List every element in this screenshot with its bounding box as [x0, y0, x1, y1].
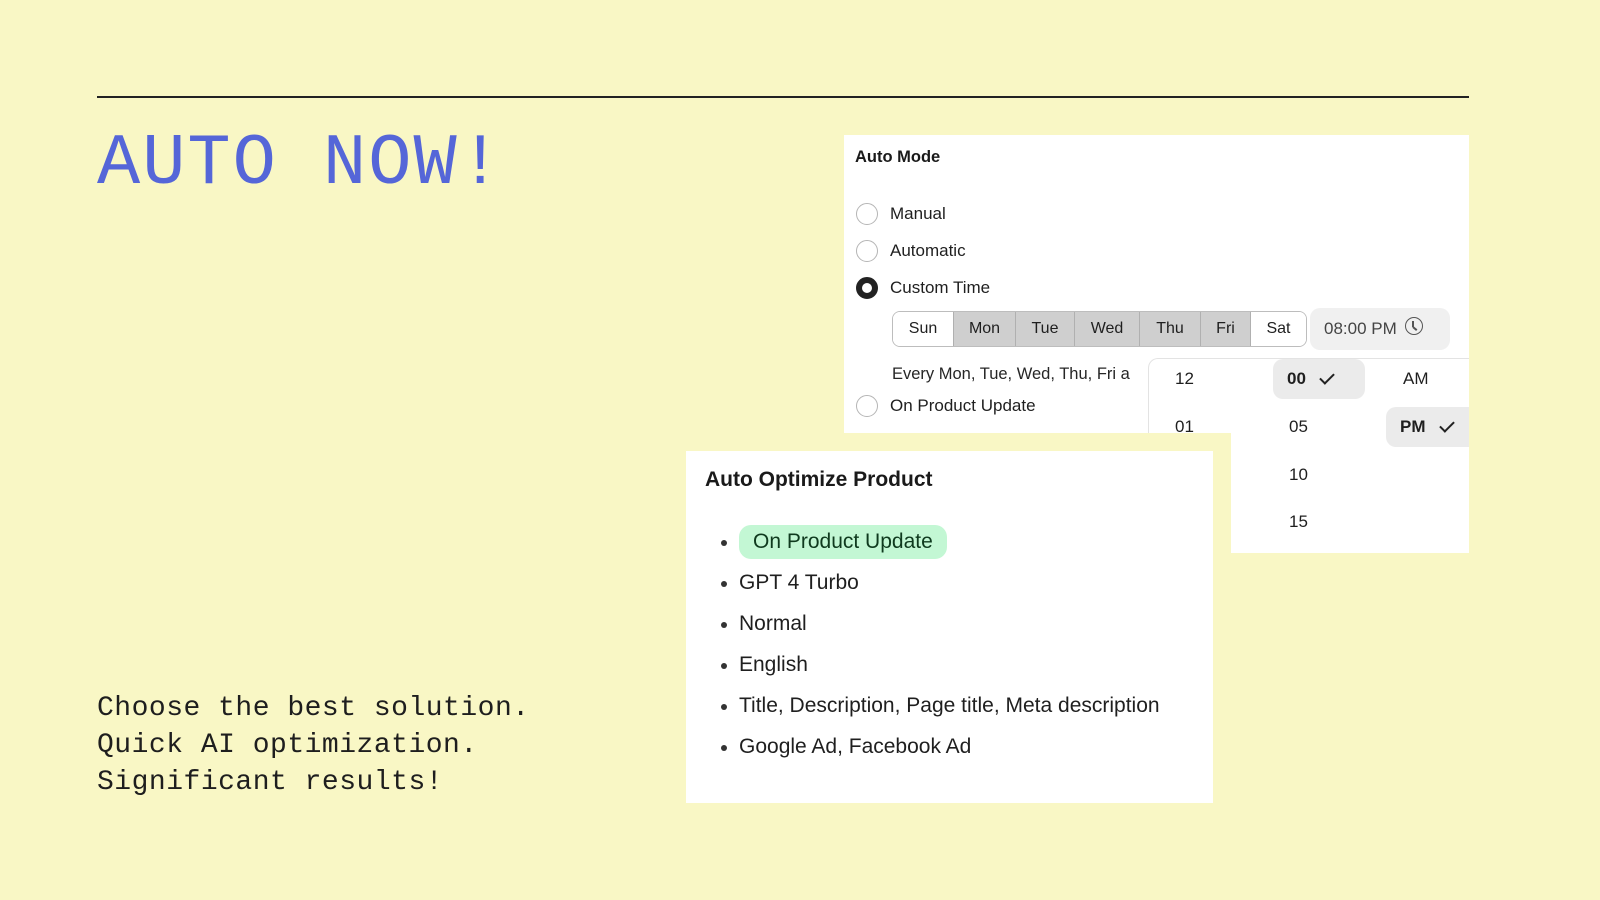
minute-option[interactable]: 05 — [1275, 407, 1322, 447]
radio-on-product-update[interactable]: On Product Update — [856, 395, 1036, 417]
period-label: AM — [1403, 369, 1429, 388]
period-option-selected[interactable]: PM — [1386, 407, 1469, 447]
period-option[interactable]: AM — [1389, 359, 1443, 399]
clock-icon — [1404, 317, 1423, 335]
list-item: On Product Update — [721, 525, 1181, 559]
list-item: GPT 4 Turbo — [721, 566, 1181, 600]
radio-custom-time[interactable]: Custom Time — [856, 277, 990, 299]
radio-label: Manual — [890, 204, 946, 223]
minute-label: 10 — [1289, 465, 1308, 484]
day-tue[interactable]: Tue — [1016, 312, 1075, 346]
hero-headline: AUTO NOW! — [97, 123, 504, 205]
radio-icon[interactable] — [856, 395, 878, 417]
list-item: Title, Description, Page title, Meta des… — [721, 689, 1181, 723]
radio-label: On Product Update — [890, 396, 1036, 415]
radio-manual[interactable]: Manual — [856, 203, 946, 225]
list-item: English — [721, 648, 1181, 682]
top-divider — [97, 96, 1469, 98]
day-sun[interactable]: Sun — [893, 312, 954, 346]
day-fri[interactable]: Fri — [1201, 312, 1251, 346]
radio-icon[interactable] — [856, 240, 878, 262]
tagline-line: Quick AI optimization. — [97, 730, 478, 761]
day-wed[interactable]: Wed — [1075, 312, 1140, 346]
minute-option-selected[interactable]: 00 — [1273, 359, 1365, 399]
auto-optimize-title: Auto Optimize Product — [705, 468, 933, 491]
list-item: Google Ad, Facebook Ad — [721, 730, 1181, 764]
list-item: Normal — [721, 607, 1181, 641]
hero-tagline: Choose the best solution. Quick AI optim… — [97, 690, 530, 801]
period-label: PM — [1400, 417, 1426, 436]
settings-list: On Product Update GPT 4 Turbo Normal Eng… — [721, 525, 1181, 771]
check-icon — [1438, 417, 1455, 433]
radio-checked-icon[interactable] — [856, 277, 878, 299]
check-icon — [1319, 369, 1335, 385]
tagline-line: Significant results! — [97, 767, 444, 798]
time-value: 08:00 PM — [1324, 319, 1397, 338]
minute-label: 05 — [1289, 417, 1308, 436]
radio-label: Custom Time — [890, 278, 991, 297]
minute-label: 00 — [1287, 369, 1306, 388]
day-sat[interactable]: Sat — [1251, 312, 1306, 346]
minute-option[interactable]: 15 — [1275, 502, 1322, 542]
minute-option[interactable]: 10 — [1275, 455, 1322, 495]
tagline-line: Choose the best solution. — [97, 693, 530, 724]
radio-icon[interactable] — [856, 203, 878, 225]
trigger-badge: On Product Update — [739, 525, 947, 559]
auto-optimize-panel: Auto Optimize Product On Product Update … — [686, 451, 1213, 803]
radio-label: Automatic — [890, 241, 966, 260]
day-thu[interactable]: Thu — [1140, 312, 1201, 346]
weekday-selector: Sun Mon Tue Wed Thu Fri Sat — [892, 311, 1307, 347]
time-input[interactable]: 08:00 PM — [1310, 308, 1450, 350]
minute-label: 15 — [1289, 512, 1308, 531]
day-mon[interactable]: Mon — [954, 312, 1016, 346]
schedule-summary: Every Mon, Tue, Wed, Thu, Fri a — [892, 365, 1130, 383]
hour-label: 12 — [1175, 369, 1194, 388]
radio-automatic[interactable]: Automatic — [856, 240, 966, 262]
auto-mode-title: Auto Mode — [855, 148, 941, 166]
hour-option[interactable]: 12 — [1161, 359, 1208, 399]
